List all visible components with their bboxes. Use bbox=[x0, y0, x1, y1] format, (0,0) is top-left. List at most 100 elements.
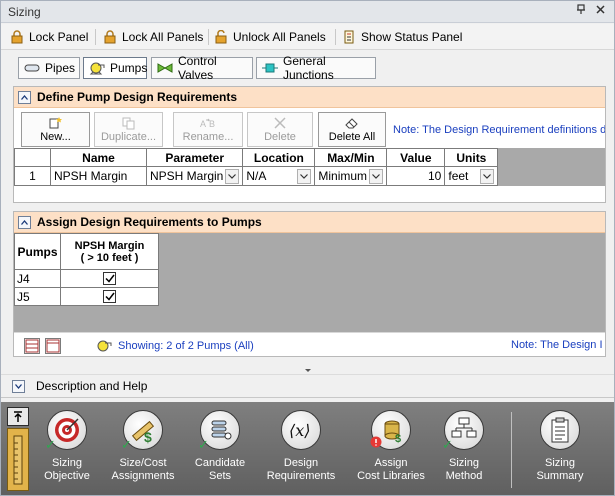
title-bar: Sizing bbox=[1, 1, 614, 23]
parameter-value: NPSH Margin bbox=[150, 169, 224, 183]
define-panel-title: Define Pump Design Requirements bbox=[37, 90, 238, 104]
step-sizing-method[interactable]: ✓ Sizing Method bbox=[424, 410, 504, 483]
assign-checkbox-cell[interactable] bbox=[60, 269, 159, 288]
rename-button[interactable]: AB Rename... bbox=[173, 112, 243, 147]
pump-id: J5 bbox=[14, 287, 61, 306]
units-value: feet bbox=[448, 169, 469, 183]
lock-all-panels-button[interactable]: Lock All Panels bbox=[103, 28, 203, 46]
delete-button[interactable]: Delete bbox=[247, 112, 313, 147]
value-cell[interactable]: 10 bbox=[386, 166, 446, 186]
lock-all-panels-label: Lock All Panels bbox=[122, 30, 204, 44]
parameter-dropdown[interactable]: NPSH Margin bbox=[145, 166, 244, 186]
tab-pumps[interactable]: Pumps bbox=[83, 57, 147, 79]
step-assign-cost-libraries[interactable]: $ Assign Cost Libraries bbox=[351, 410, 431, 483]
panel-splitter[interactable] bbox=[1, 366, 614, 374]
showing-text: Showing: 2 of 2 Pumps (All) bbox=[118, 340, 254, 352]
step-label-line2: Assignments bbox=[111, 470, 175, 482]
tab-general-junctions[interactable]: General Junctions bbox=[256, 54, 376, 82]
junction-icon bbox=[262, 61, 278, 75]
expand-down-icon[interactable] bbox=[12, 379, 25, 393]
pump-icon bbox=[89, 61, 105, 75]
function-icon: ⟨x⟩ bbox=[281, 410, 321, 450]
clipboard-icon bbox=[540, 410, 580, 450]
design-requirement-note: Note: The Design Requirement definitions… bbox=[393, 124, 606, 136]
eraser-icon bbox=[343, 116, 361, 130]
location-value: N/A bbox=[246, 169, 267, 183]
coins-icon: $ bbox=[370, 410, 411, 450]
assign-table: Pumps NPSH Margin ( > 10 feet ) J4 J5 bbox=[14, 233, 159, 306]
svg-text:$: $ bbox=[144, 429, 152, 444]
assign-requirements-panel: Assign Design Requirements to Pumps Pump… bbox=[13, 211, 606, 357]
check-badge-icon: ✓ bbox=[442, 437, 453, 452]
column-header-units[interactable]: Units bbox=[444, 148, 499, 167]
pin-icon[interactable] bbox=[574, 4, 588, 18]
column-header-location[interactable]: Location bbox=[242, 148, 316, 167]
new-button-label: New... bbox=[40, 131, 71, 143]
step-design-requirements[interactable]: ⟨x⟩ Design Requirements bbox=[261, 410, 341, 483]
checkbox-checked[interactable] bbox=[103, 290, 116, 303]
select-all-columns-icon[interactable] bbox=[45, 338, 61, 354]
unlock-all-panels-label: Unlock All Panels bbox=[233, 30, 326, 44]
maxmin-value: Minimum bbox=[318, 169, 368, 183]
define-requirements-panel: Define Pump Design Requirements New... D… bbox=[13, 86, 606, 203]
column-header-value[interactable]: Value bbox=[386, 148, 446, 167]
requirements-grid-area: Name Parameter Location Max/Min Value Un… bbox=[14, 148, 605, 186]
step-sizing-objective[interactable]: ✓ Sizing Objective bbox=[27, 410, 107, 483]
collapse-up-icon[interactable] bbox=[18, 215, 31, 229]
assign-grid-area: Pumps NPSH Margin ( > 10 feet ) J4 J5 bbox=[14, 233, 605, 332]
chevron-down-icon[interactable] bbox=[225, 168, 240, 184]
new-button[interactable]: New... bbox=[21, 112, 90, 147]
close-icon[interactable] bbox=[593, 4, 607, 18]
step-label-line2: Cost Libraries bbox=[357, 470, 425, 482]
svg-text:⟨x⟩: ⟨x⟩ bbox=[289, 421, 311, 440]
tab-control-valves[interactable]: Control Valves bbox=[151, 54, 253, 82]
toolbar-separator bbox=[335, 29, 336, 45]
assign-status-strip: Showing: 2 of 2 Pumps (All) Note: The De… bbox=[14, 332, 605, 356]
tab-strip: Pipes Pumps Control Valves General Junct… bbox=[10, 52, 608, 85]
ruler-icon[interactable] bbox=[7, 428, 29, 491]
assign-panel-header[interactable]: Assign Design Requirements to Pumps bbox=[14, 212, 605, 233]
description-help-bar[interactable]: Description and Help bbox=[1, 374, 614, 398]
location-dropdown[interactable]: N/A bbox=[242, 166, 316, 186]
window-title: Sizing bbox=[8, 5, 41, 19]
chevron-down-icon[interactable] bbox=[369, 168, 384, 184]
maxmin-dropdown[interactable]: Minimum bbox=[314, 166, 388, 186]
showing-filter[interactable]: Showing: 2 of 2 Pumps (All) bbox=[96, 339, 254, 353]
step-sizing-summary[interactable]: Sizing Summary bbox=[520, 410, 600, 483]
chevron-down-icon[interactable] bbox=[297, 168, 312, 184]
define-panel-header[interactable]: Define Pump Design Requirements bbox=[14, 87, 605, 108]
column-header-parameter[interactable]: Parameter bbox=[145, 148, 244, 167]
select-all-rows-icon[interactable] bbox=[24, 338, 40, 354]
npsh-header-line2: ( > 10 feet ) bbox=[80, 251, 139, 264]
unlock-all-panels-button[interactable]: Unlock All Panels bbox=[214, 28, 326, 46]
units-dropdown[interactable]: feet bbox=[444, 166, 499, 186]
tab-pipes[interactable]: Pipes bbox=[18, 57, 80, 79]
status-panel-icon bbox=[342, 30, 356, 44]
checkbox-checked[interactable] bbox=[103, 272, 116, 285]
npsh-margin-column-header[interactable]: NPSH Margin ( > 10 feet ) bbox=[60, 233, 159, 270]
duplicate-button[interactable]: Duplicate... bbox=[94, 112, 163, 147]
step-label-line2: Method bbox=[445, 470, 483, 482]
splitter-arrow-icon bbox=[305, 369, 311, 372]
collapse-up-icon[interactable] bbox=[18, 90, 31, 104]
show-status-panel-label: Show Status Panel bbox=[361, 30, 463, 44]
column-header-name[interactable]: Name bbox=[50, 148, 147, 167]
delete-all-button[interactable]: Delete All bbox=[318, 112, 386, 147]
duplicate-button-label: Duplicate... bbox=[100, 131, 157, 143]
rename-button-label: Rename... bbox=[182, 131, 234, 143]
step-size-cost-assignments[interactable]: $ ✓ Size/Cost Assignments bbox=[103, 410, 183, 483]
pin-up-icon[interactable] bbox=[7, 407, 29, 426]
lock-panel-button[interactable]: Lock Panel bbox=[10, 28, 88, 46]
show-status-panel-button[interactable]: Show Status Panel bbox=[342, 28, 462, 46]
step-label-line2: Requirements bbox=[266, 470, 336, 482]
assign-checkbox-cell[interactable] bbox=[60, 287, 159, 306]
chevron-down-icon[interactable] bbox=[480, 168, 495, 184]
delete-x-icon bbox=[271, 116, 289, 130]
new-icon bbox=[47, 116, 65, 130]
pump-icon bbox=[97, 340, 112, 352]
name-cell[interactable]: NPSH Margin bbox=[50, 166, 147, 186]
npsh-header-line1: NPSH Margin bbox=[74, 239, 145, 252]
step-candidate-sets[interactable]: ✓ Candidate Sets bbox=[180, 410, 260, 483]
delete-button-label: Delete bbox=[264, 131, 296, 143]
column-header-maxmin[interactable]: Max/Min bbox=[314, 148, 388, 167]
